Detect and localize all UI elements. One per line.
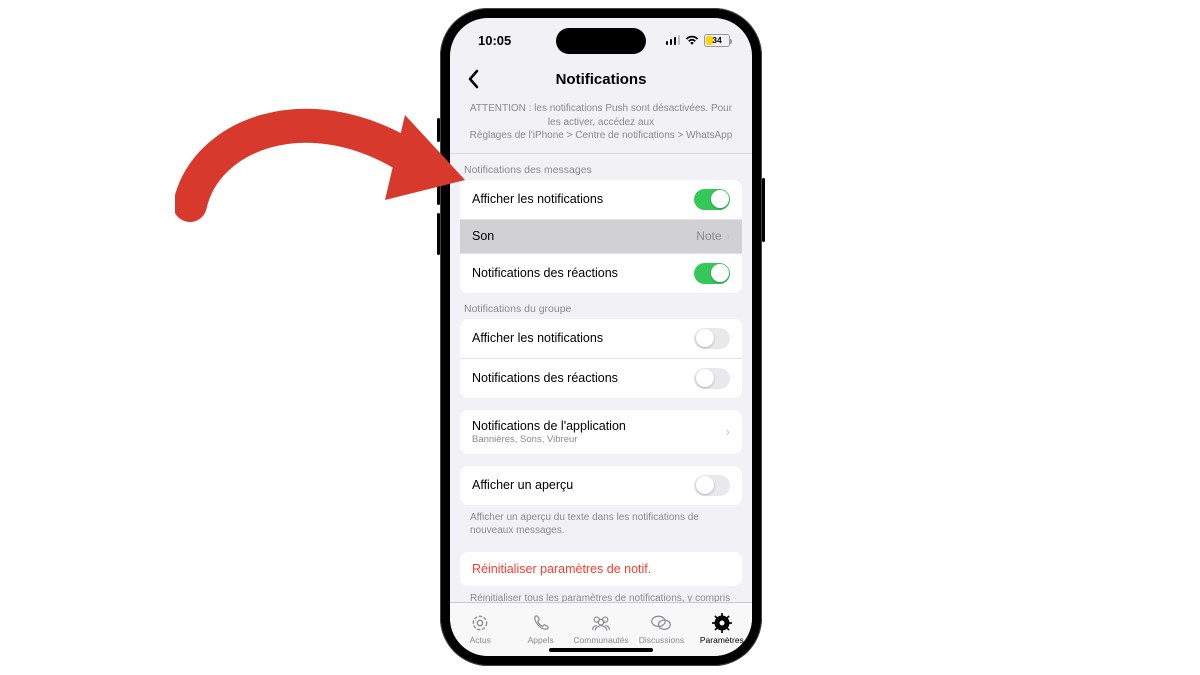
battery-icon: 34 — [704, 34, 730, 47]
group-messages: Afficher les notifications Son Note › No… — [460, 180, 742, 293]
toggle-group-show[interactable] — [694, 328, 730, 349]
tab-label: Appels — [528, 635, 554, 645]
toggle-group-reactions[interactable] — [694, 368, 730, 389]
annotation-arrow — [175, 85, 465, 225]
toggle-messages-reactions[interactable] — [694, 263, 730, 284]
group-preview: Afficher un aperçu — [460, 466, 742, 505]
tab-settings[interactable]: Paramètres — [692, 613, 752, 645]
tab-chats[interactable]: Discussions — [631, 613, 691, 645]
row-sublabel: Bannières, Sons, Vibreur — [472, 434, 626, 445]
row-label: Son — [472, 229, 494, 243]
dynamic-island — [556, 28, 646, 54]
home-indicator[interactable] — [549, 648, 653, 652]
tab-label: Paramètres — [700, 635, 744, 645]
status-time: 10:05 — [478, 33, 511, 48]
power-button — [762, 178, 765, 242]
gear-icon — [711, 613, 733, 633]
row-label: Réinitialiser paramètres de notif. — [472, 562, 651, 576]
chevron-right-icon: › — [726, 424, 730, 439]
section-title-messages: Notifications des messages — [450, 154, 752, 180]
toggle-preview[interactable] — [694, 475, 730, 496]
wifi-icon — [685, 35, 699, 46]
group-reset: Réinitialiser paramètres de notif. — [460, 552, 742, 586]
tab-label: Communautés — [573, 635, 628, 645]
updates-icon — [469, 613, 491, 633]
row-label: Notifications des réactions — [472, 371, 618, 385]
chats-icon — [650, 613, 672, 633]
row-group-reactions[interactable]: Notifications des réactions — [460, 359, 742, 398]
row-value: Note — [696, 229, 721, 243]
row-label: Notifications des réactions — [472, 266, 618, 280]
row-label: Afficher les notifications — [472, 192, 603, 206]
row-messages-show[interactable]: Afficher les notifications — [460, 180, 742, 220]
row-label: Afficher les notifications — [472, 331, 603, 345]
nav-header: Notifications — [450, 62, 752, 96]
preview-footer: Afficher un aperçu du texte dans les not… — [450, 505, 752, 540]
row-reset[interactable]: Réinitialiser paramètres de notif. — [460, 552, 742, 586]
tab-label: Actus — [470, 635, 491, 645]
row-preview[interactable]: Afficher un aperçu — [460, 466, 742, 505]
iphone-frame: 10:05 34 Notifications — [440, 8, 762, 666]
phone-icon — [530, 613, 552, 633]
communities-icon — [590, 613, 612, 633]
page-title: Notifications — [556, 71, 647, 88]
row-inapp[interactable]: Notifications de l'application Bannières… — [460, 410, 742, 454]
row-messages-reactions[interactable]: Notifications des réactions — [460, 254, 742, 293]
row-label: Notifications de l'application — [472, 419, 626, 433]
battery-percent: 34 — [705, 35, 729, 45]
tab-label: Discussions — [639, 635, 684, 645]
row-messages-sound[interactable]: Son Note › — [460, 220, 742, 254]
group-inapp: Notifications de l'application Bannières… — [460, 410, 742, 454]
group-groups: Afficher les notifications Notifications… — [460, 319, 742, 398]
screen: 10:05 34 Notifications — [450, 18, 752, 656]
cellular-icon — [666, 35, 681, 45]
tab-calls[interactable]: Appels — [510, 613, 570, 645]
section-title-group: Notifications du groupe — [450, 293, 752, 319]
push-disabled-warning: ATTENTION : les notifications Push sont … — [450, 96, 752, 154]
row-label: Afficher un aperçu — [472, 478, 573, 492]
chevron-right-icon: › — [726, 229, 730, 244]
settings-body[interactable]: ATTENTION : les notifications Push sont … — [450, 96, 752, 602]
tab-updates[interactable]: Actus — [450, 613, 510, 645]
toggle-messages-show[interactable] — [694, 189, 730, 210]
reset-footer: Réinitialiser tous les paramètres de not… — [450, 586, 752, 603]
row-group-show[interactable]: Afficher les notifications — [460, 319, 742, 359]
tab-communities[interactable]: Communautés — [571, 613, 631, 645]
